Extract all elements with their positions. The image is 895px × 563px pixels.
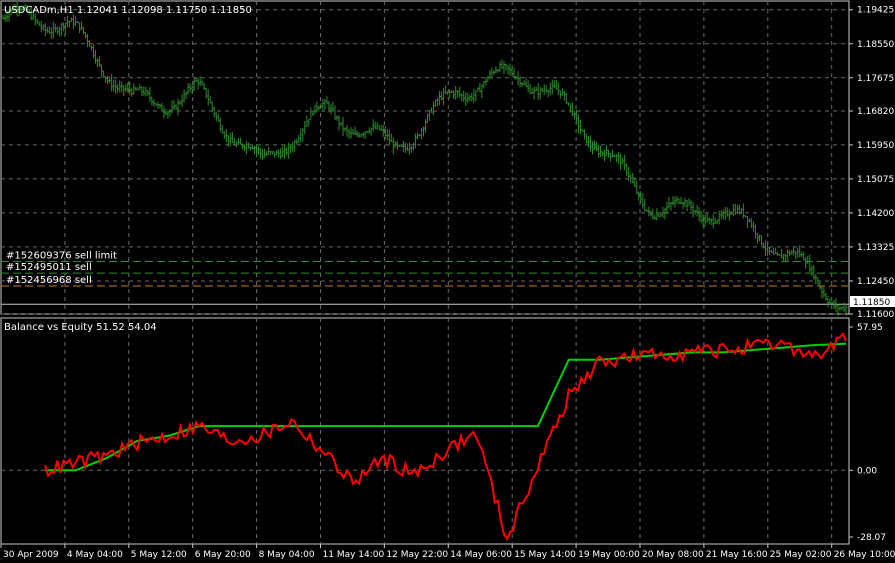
time-tick-label: 20 May 08:00 [642, 550, 704, 560]
time-tick-label: 5 May 12:00 [131, 550, 187, 560]
current-price-tag: 1.11850 [850, 296, 895, 308]
indicator-tick-label: 0.00 [857, 466, 877, 476]
order-label: #152495011 sell [6, 262, 92, 273]
price-tick-label: 1.17675 [857, 74, 894, 84]
price-tick-label: 1.12450 [857, 277, 894, 287]
time-tick-label: 6 May 20:00 [195, 550, 251, 560]
time-tick-label: 4 May 04:00 [67, 550, 123, 560]
price-tick-label: 1.13325 [857, 243, 894, 253]
indicator-panel-header: Balance vs Equity 51.52 54.04 [4, 322, 157, 333]
time-tick-label: 30 Apr 2009 [3, 550, 59, 560]
indicator-tick-label: 57.95 [857, 323, 883, 333]
price-tick-label: 1.18550 [857, 40, 894, 50]
price-panel-header: USDCADm,H1 1.12041 1.12098 1.11750 1.118… [4, 5, 252, 16]
price-tick-label: 1.19425 [857, 6, 894, 16]
price-tick-label: 1.15950 [857, 141, 894, 151]
time-tick-label: 26 May 10:00 [834, 550, 895, 560]
current-price-label: 1.11850 [853, 298, 890, 308]
time-tick-label: 19 May 00:00 [578, 550, 640, 560]
time-tick-label: 21 May 16:00 [706, 550, 768, 560]
time-tick-label: 8 May 04:00 [259, 550, 315, 560]
trading-chart[interactable]: #152609376 sell limit#152495011 sell #152… [0, 0, 895, 563]
price-tick-label: 1.15075 [857, 175, 894, 185]
order-label: #152609376 sell limit [6, 251, 117, 262]
time-tick-label: 14 May 06:00 [450, 550, 512, 560]
price-tick-label: 1.14200 [857, 209, 894, 219]
time-tick-label: 25 May 02:00 [770, 550, 832, 560]
order-label: #152456968 sell [6, 275, 92, 286]
time-tick-label: 12 May 22:00 [386, 550, 448, 560]
time-tick-label: 11 May 14:00 [323, 550, 385, 560]
time-tick-label: 15 May 14:00 [514, 550, 576, 560]
price-tick-label: 1.11600 [857, 310, 894, 320]
price-tick-label: 1.16820 [857, 107, 894, 117]
indicator-tick-label: -28.07 [857, 533, 886, 543]
